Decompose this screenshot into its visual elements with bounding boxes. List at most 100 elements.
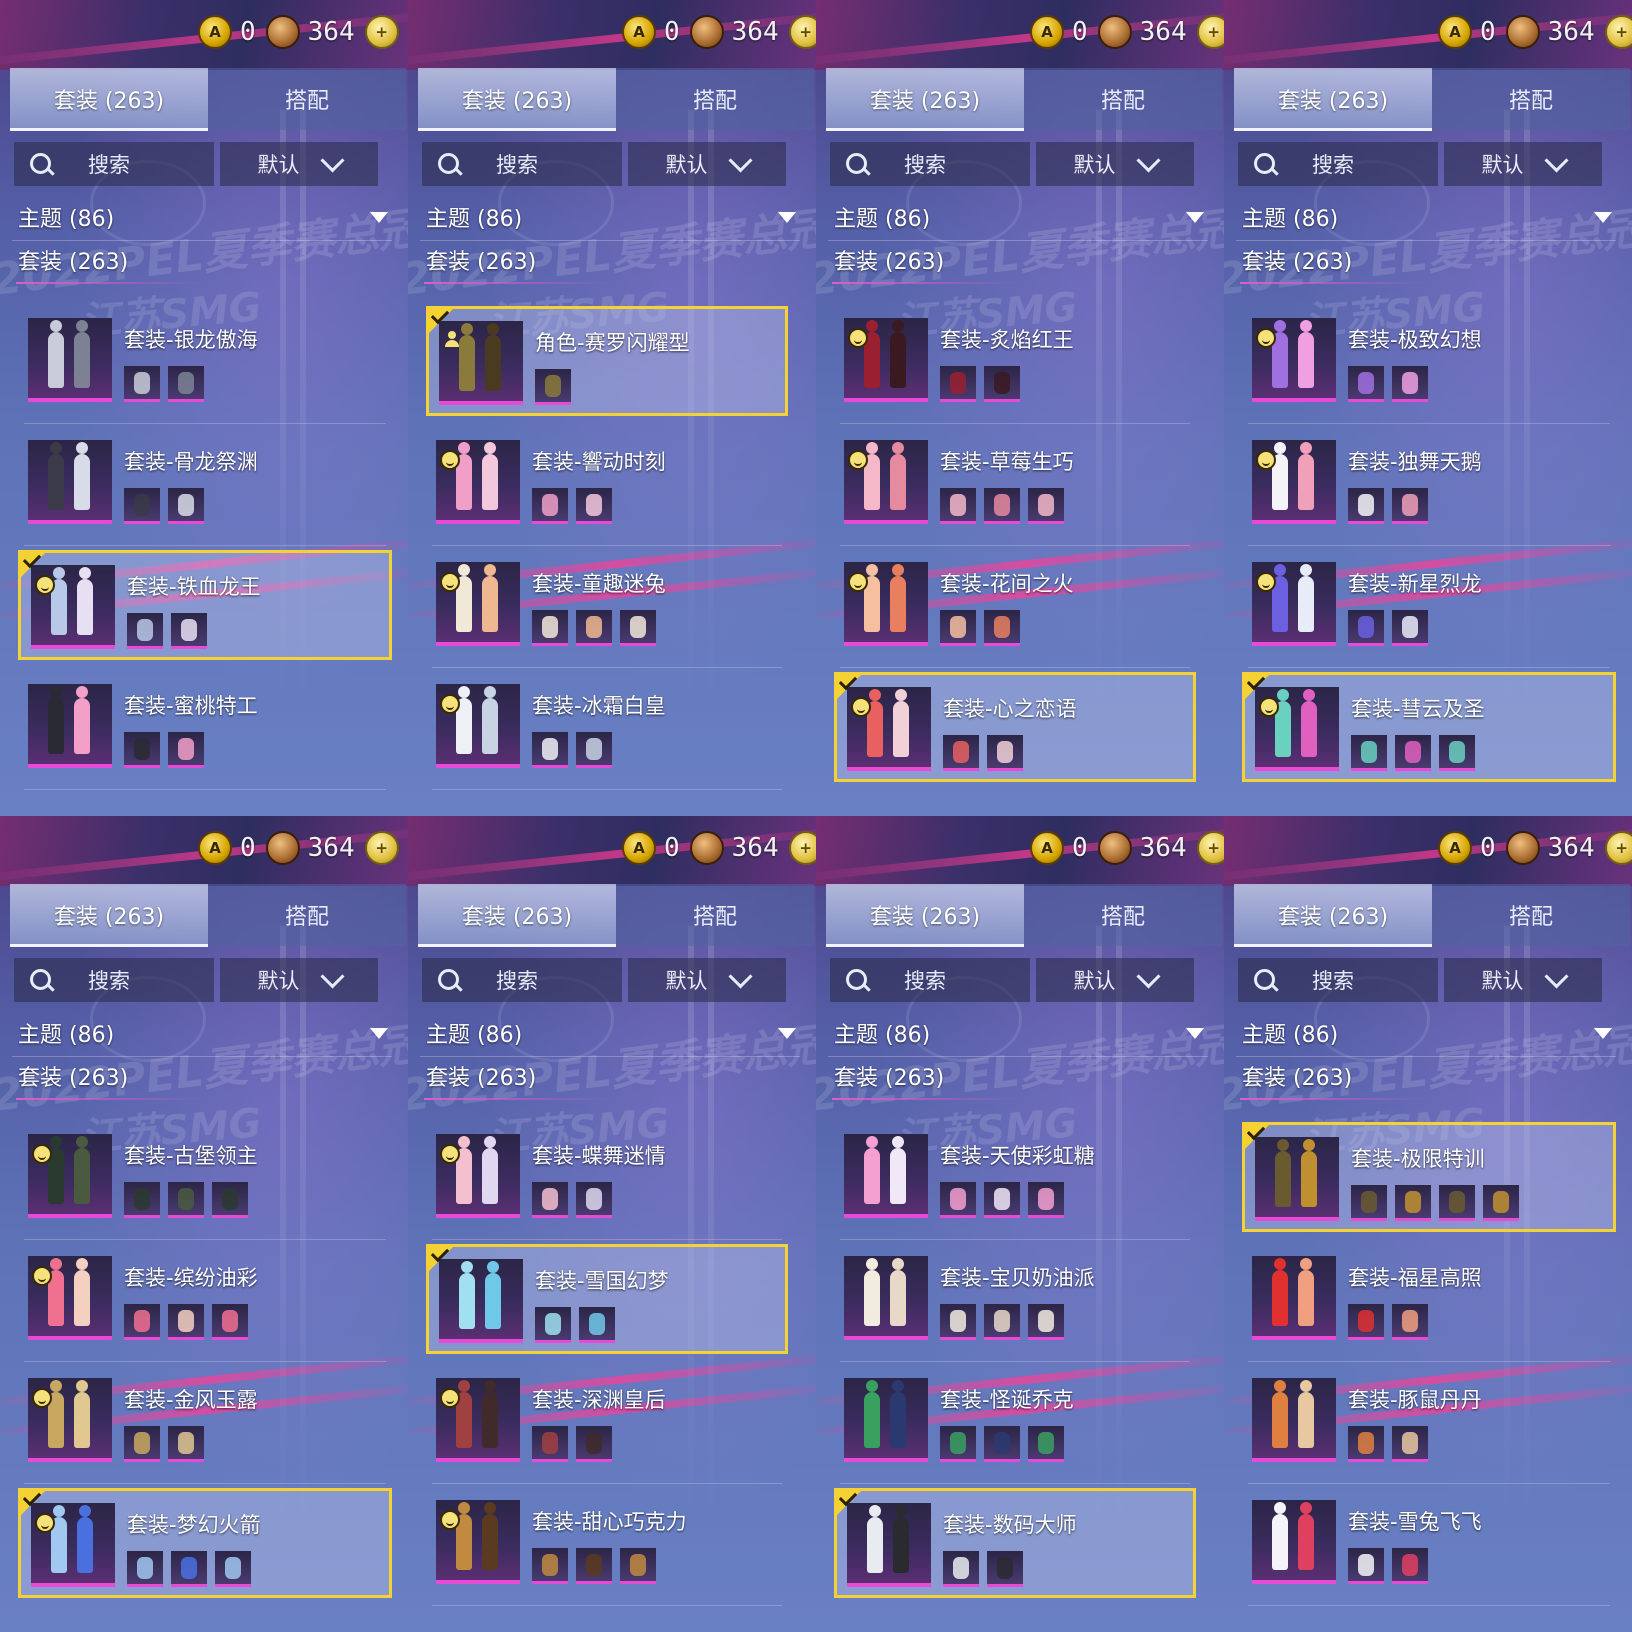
suit-part-thumbnail[interactable] <box>940 610 976 646</box>
suit-list-item[interactable]: 套装-花间之火 <box>834 550 1196 668</box>
suit-part-thumbnail[interactable] <box>168 366 204 402</box>
suit-list-item[interactable]: 套装-炙焰红王 <box>834 306 1196 424</box>
suit-part-thumbnail[interactable] <box>620 1548 656 1584</box>
theme-filter[interactable]: 主题 (86) <box>18 1014 388 1052</box>
suit-part-thumbnail[interactable] <box>1348 1304 1384 1340</box>
suit-list-item[interactable]: 套装-深渊皇后 <box>426 1366 788 1484</box>
suit-list-item[interactable]: 套装-骨龙祭渊 <box>18 428 392 546</box>
suit-list-item[interactable]: 套装-数码大师 <box>834 1487 1196 1598</box>
sort-dropdown[interactable]: 默认 <box>1036 958 1194 1002</box>
suit-list-item[interactable]: 套装-雪国幻梦 <box>426 1243 788 1354</box>
suit-list-item[interactable]: 套装-福星高照 <box>1242 1244 1616 1362</box>
suit-part-thumbnail[interactable] <box>532 610 568 646</box>
suit-list-item[interactable]: 套装-新星烈龙 <box>1242 550 1616 668</box>
suit-part-thumbnail[interactable] <box>168 1426 204 1462</box>
search-input[interactable]: 搜索 <box>422 958 622 1002</box>
suit-part-thumbnail[interactable] <box>1395 735 1431 771</box>
suit-part-thumbnail[interactable] <box>1351 735 1387 771</box>
suit-thumbnail[interactable] <box>28 1378 112 1462</box>
tab-match[interactable]: 搭配 <box>208 884 406 946</box>
suit-part-thumbnail[interactable] <box>532 1548 568 1584</box>
suit-part-thumbnail[interactable] <box>620 610 656 646</box>
tab-match[interactable]: 搭配 <box>616 884 814 946</box>
gold-coin-icon[interactable]: + <box>1604 15 1632 49</box>
suit-list-item[interactable]: 套装-冰霜白皇 <box>426 672 788 790</box>
tab-match[interactable]: 搭配 <box>208 68 406 130</box>
suit-list-item[interactable]: 套装-心之恋语 <box>834 671 1196 782</box>
tab-match[interactable]: 搭配 <box>1024 68 1222 130</box>
suit-thumbnail[interactable] <box>844 1134 928 1218</box>
search-input[interactable]: 搜索 <box>422 142 622 186</box>
suit-list-item[interactable]: 套装-天使彩虹糖 <box>834 1122 1196 1240</box>
suit-thumbnail[interactable] <box>1252 1256 1336 1340</box>
gold-coin-icon[interactable]: + <box>1196 831 1224 865</box>
suit-part-thumbnail[interactable] <box>940 488 976 524</box>
suit-part-thumbnail[interactable] <box>535 1307 571 1343</box>
suit-list-item[interactable]: 套装-童趣迷兔 <box>426 550 788 668</box>
gold-coin-icon[interactable]: + <box>1604 831 1632 865</box>
suit-part-thumbnail[interactable] <box>168 1182 204 1218</box>
suit-list-item[interactable]: 套装-宝贝奶油派 <box>834 1244 1196 1362</box>
tab-match[interactable]: 搭配 <box>1432 884 1630 946</box>
suit-thumbnail[interactable] <box>436 1134 520 1218</box>
suit-list-item[interactable]: 套装-极限特训 <box>1242 1121 1616 1232</box>
suit-part-thumbnail[interactable] <box>124 366 160 402</box>
suit-list-item[interactable]: 套装-独舞天鹅 <box>1242 428 1616 546</box>
theme-filter[interactable]: 主题 (86) <box>426 1014 796 1052</box>
theme-filter[interactable]: 主题 (86) <box>18 198 388 236</box>
suit-part-thumbnail[interactable] <box>124 1182 160 1218</box>
tab-suits[interactable]: 套装 (263) <box>1234 68 1432 130</box>
suit-thumbnail[interactable] <box>28 1134 112 1218</box>
gold-coin-icon[interactable]: + <box>364 15 399 49</box>
suit-part-thumbnail[interactable] <box>1439 1185 1475 1221</box>
search-input[interactable]: 搜索 <box>830 142 1030 186</box>
suit-part-thumbnail[interactable] <box>576 488 612 524</box>
suit-list-item[interactable]: 套装-缤纷油彩 <box>18 1244 392 1362</box>
suit-thumbnail[interactable] <box>436 1378 520 1462</box>
sort-dropdown[interactable]: 默认 <box>1444 142 1602 186</box>
sort-dropdown[interactable]: 默认 <box>628 142 786 186</box>
suit-part-thumbnail[interactable] <box>1392 1426 1428 1462</box>
suit-thumbnail[interactable] <box>1252 318 1336 402</box>
suit-part-thumbnail[interactable] <box>576 732 612 768</box>
suit-part-thumbnail[interactable] <box>1348 366 1384 402</box>
suit-thumbnail[interactable] <box>436 440 520 524</box>
suit-part-thumbnail[interactable] <box>532 1182 568 1218</box>
sort-dropdown[interactable]: 默认 <box>220 958 378 1002</box>
suit-thumbnail[interactable] <box>28 1256 112 1340</box>
suit-list-item[interactable]: 套装-银龙傲海 <box>18 306 392 424</box>
suit-part-thumbnail[interactable] <box>984 610 1020 646</box>
search-input[interactable]: 搜索 <box>14 142 214 186</box>
suit-part-thumbnail[interactable] <box>1348 1548 1384 1584</box>
suit-list-item[interactable]: 套装-響动时刻 <box>426 428 788 546</box>
suit-part-thumbnail[interactable] <box>124 732 160 768</box>
suit-part-thumbnail[interactable] <box>532 732 568 768</box>
suit-part-thumbnail[interactable] <box>532 1426 568 1462</box>
suit-part-thumbnail[interactable] <box>1392 366 1428 402</box>
tab-match[interactable]: 搭配 <box>616 68 814 130</box>
suit-part-thumbnail[interactable] <box>1028 488 1064 524</box>
suit-thumbnail[interactable] <box>1252 1378 1336 1462</box>
gold-coin-icon[interactable]: + <box>788 15 816 49</box>
suit-part-thumbnail[interactable] <box>1348 488 1384 524</box>
suit-part-thumbnail[interactable] <box>987 1551 1023 1587</box>
suit-part-thumbnail[interactable] <box>579 1307 615 1343</box>
suit-thumbnail[interactable] <box>1252 1500 1336 1584</box>
suit-part-thumbnail[interactable] <box>943 735 979 771</box>
search-input[interactable]: 搜索 <box>14 958 214 1002</box>
suit-part-thumbnail[interactable] <box>940 1426 976 1462</box>
suit-part-thumbnail[interactable] <box>940 366 976 402</box>
suit-part-thumbnail[interactable] <box>576 610 612 646</box>
suit-thumbnail[interactable] <box>436 684 520 768</box>
suit-part-thumbnail[interactable] <box>1028 1182 1064 1218</box>
suit-part-thumbnail[interactable] <box>168 488 204 524</box>
tab-suits[interactable]: 套装 (263) <box>418 884 616 946</box>
suit-thumbnail[interactable] <box>844 562 928 646</box>
gold-coin-icon[interactable]: + <box>364 831 399 865</box>
suit-part-thumbnail[interactable] <box>1392 1548 1428 1584</box>
sort-dropdown[interactable]: 默认 <box>220 142 378 186</box>
sort-dropdown[interactable]: 默认 <box>628 958 786 1002</box>
tab-suits[interactable]: 套装 (263) <box>826 68 1024 130</box>
suit-part-thumbnail[interactable] <box>1348 610 1384 646</box>
theme-filter[interactable]: 主题 (86) <box>426 198 796 236</box>
